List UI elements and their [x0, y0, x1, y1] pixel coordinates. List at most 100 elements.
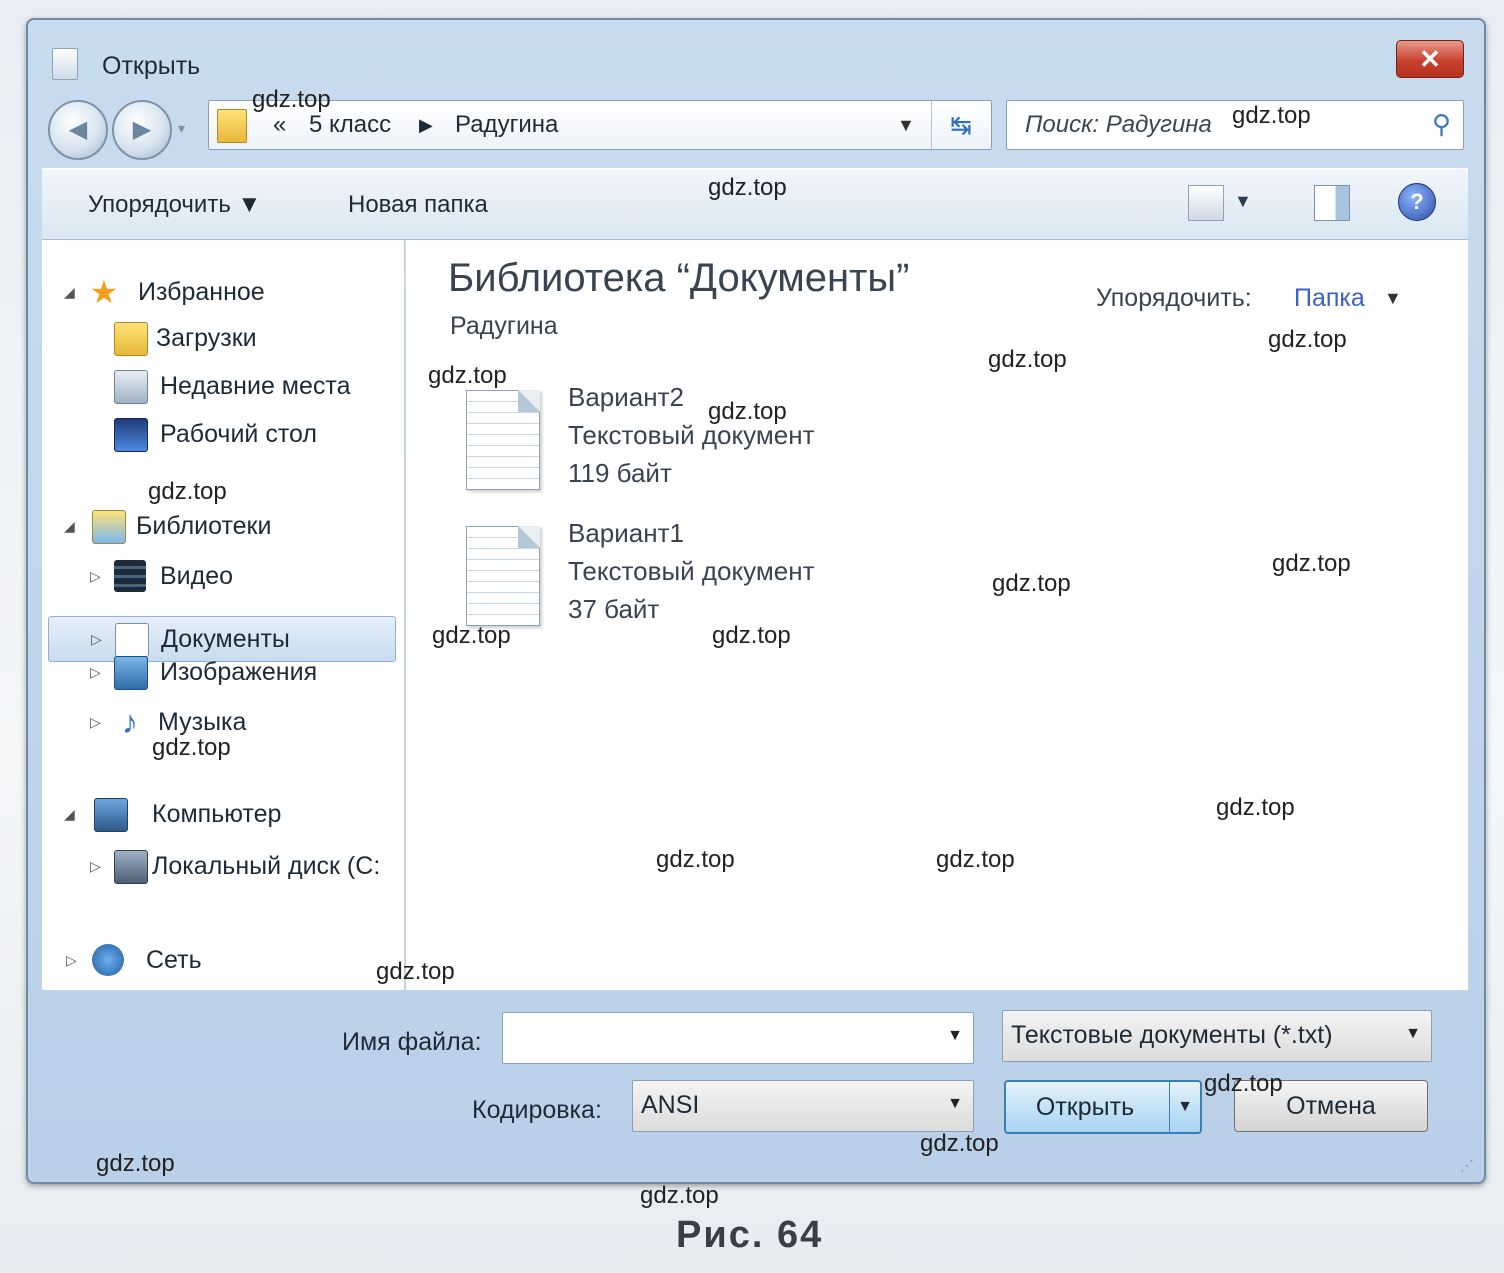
open-button[interactable]: Открыть ▼: [1004, 1080, 1202, 1134]
breadcrumb-5-class[interactable]: 5 класс: [309, 111, 391, 139]
watermark: gdz.top: [428, 362, 507, 389]
sidebar-item-favorites[interactable]: ◢ ★ Избранное: [42, 270, 404, 314]
recent-places-icon: [114, 370, 148, 404]
back-button[interactable]: ◀: [48, 100, 108, 160]
expand-arrow-icon[interactable]: ▷: [66, 952, 77, 969]
navigation-pane: ◢ ★ Избранное Загрузки Недавние места Ра…: [42, 240, 405, 990]
music-note-icon: ♪: [122, 704, 138, 740]
file-type-dropdown-icon[interactable]: ▼: [1405, 1025, 1421, 1043]
libraries-icon: [92, 510, 126, 544]
video-icon: [114, 560, 146, 592]
sidebar-item-label: Избранное: [138, 278, 265, 306]
filename-dropdown-icon[interactable]: ▼: [947, 1027, 963, 1045]
local-disk-icon: [114, 850, 148, 884]
search-icon[interactable]: ⚲: [1432, 109, 1451, 140]
expand-arrow-icon[interactable]: ▷: [90, 858, 101, 875]
search-placeholder: Поиск: Радугина: [1025, 111, 1212, 138]
document-icon: [52, 48, 78, 80]
breadcrumb-overflow[interactable]: «: [273, 111, 286, 139]
address-dropdown-button[interactable]: ▼: [897, 115, 915, 136]
sidebar-item-label: Сеть: [146, 946, 202, 974]
sidebar-item-local-disk[interactable]: ▷ Локальный диск (C:: [42, 844, 404, 888]
sidebar-item-label: Библиотеки: [136, 512, 272, 540]
sidebar-item-computer[interactable]: ◢ Компьютер: [42, 792, 404, 836]
expand-arrow-icon[interactable]: ▷: [91, 631, 102, 648]
file-item-variant1[interactable]: Вариант1 Текстовый документ 37 байт: [466, 518, 986, 638]
file-name: Вариант1: [568, 518, 684, 548]
forward-button[interactable]: ▶: [112, 100, 172, 160]
arrange-by-link[interactable]: Папка: [1294, 284, 1365, 313]
watermark: gdz.top: [708, 398, 787, 425]
file-size: 119 байт: [568, 458, 672, 488]
file-size: 37 байт: [568, 594, 660, 624]
text-document-icon: [466, 390, 540, 490]
computer-icon: [94, 798, 128, 832]
expand-arrow-icon[interactable]: ▷: [90, 568, 101, 585]
encoding-dropdown-icon[interactable]: ▼: [947, 1095, 963, 1113]
watermark: gdz.top: [96, 1150, 175, 1177]
sidebar-item-label: Музыка: [158, 708, 247, 736]
sidebar-item-images[interactable]: ▷ Изображения: [42, 650, 404, 694]
watermark: gdz.top: [1268, 326, 1347, 353]
text-document-icon: [466, 526, 540, 626]
open-options-dropdown-icon[interactable]: ▼: [1169, 1082, 1200, 1132]
collapse-arrow-icon[interactable]: ◢: [64, 284, 75, 301]
watermark: gdz.top: [640, 1182, 719, 1209]
filename-label: Имя файла:: [342, 1028, 482, 1056]
views-dropdown-button[interactable]: ▼: [1234, 191, 1252, 212]
encoding-select[interactable]: ANSI ▼: [632, 1080, 974, 1132]
watermark: gdz.top: [936, 846, 1015, 873]
watermark: gdz.top: [252, 86, 331, 113]
views-icon[interactable]: [1188, 185, 1224, 221]
file-type-value: Текстовые документы (*.txt): [1011, 1021, 1333, 1049]
library-title: Библиотека “Документы”: [448, 256, 910, 300]
help-icon[interactable]: ?: [1398, 183, 1436, 221]
collapse-arrow-icon[interactable]: ◢: [64, 806, 75, 823]
sidebar-item-network[interactable]: ▷ Сеть: [42, 938, 404, 982]
new-folder-button[interactable]: Новая папка: [348, 191, 488, 219]
watermark: gdz.top: [148, 478, 227, 505]
sidebar-item-desktop[interactable]: Рабочий стол: [42, 412, 404, 456]
breadcrumb-separator-icon[interactable]: ▶: [419, 115, 433, 136]
recent-pages-dropdown[interactable]: ▾: [178, 120, 185, 137]
refresh-button[interactable]: ↹: [931, 101, 990, 149]
watermark: gdz.top: [708, 174, 787, 201]
sidebar-item-downloads[interactable]: Загрузки: [42, 316, 404, 360]
sidebar-item-label: Недавние места: [160, 372, 351, 400]
figure-caption: Рис. 64: [676, 1214, 824, 1256]
close-button[interactable]: ✕: [1396, 40, 1464, 78]
file-type: Текстовый документ: [568, 556, 815, 586]
organize-menu-button[interactable]: Упорядочить ▼: [88, 191, 261, 219]
collapse-arrow-icon[interactable]: ◢: [64, 518, 75, 535]
watermark: gdz.top: [432, 622, 511, 649]
watermark: gdz.top: [712, 622, 791, 649]
breadcrumb-radugina[interactable]: Радугина: [455, 111, 558, 139]
sidebar-item-recent-places[interactable]: Недавние места: [42, 364, 404, 408]
sidebar-item-libraries[interactable]: ◢ Библиотеки: [42, 504, 404, 548]
folder-icon: [217, 109, 247, 143]
arrange-by-dropdown-icon[interactable]: ▼: [1384, 288, 1402, 309]
watermark: gdz.top: [376, 958, 455, 985]
filename-field[interactable]: ▼: [502, 1012, 974, 1064]
sidebar-item-video[interactable]: ▷ Видео: [42, 554, 404, 598]
resize-grip-icon[interactable]: ⋰: [1460, 1157, 1474, 1174]
sidebar-item-label: Загрузки: [156, 324, 257, 352]
sidebar-item-label: Изображения: [160, 658, 318, 686]
title-bar: Открыть ✕: [28, 20, 1484, 90]
watermark: gdz.top: [1204, 1070, 1283, 1097]
encoding-value: ANSI: [641, 1091, 700, 1119]
downloads-folder-icon: [114, 322, 148, 356]
images-icon: [114, 656, 148, 690]
forward-arrow-icon: ▶: [132, 116, 152, 143]
preview-pane-icon[interactable]: [1314, 185, 1350, 221]
sidebar-item-label: Рабочий стол: [160, 420, 317, 448]
library-subtitle: Радугина: [450, 312, 558, 340]
expand-arrow-icon[interactable]: ▷: [90, 714, 101, 731]
encoding-label: Кодировка:: [472, 1096, 602, 1124]
watermark: gdz.top: [1216, 794, 1295, 821]
sidebar-item-label: Компьютер: [152, 800, 282, 828]
network-icon: [92, 944, 124, 976]
watermark: gdz.top: [1232, 102, 1311, 129]
file-type-select[interactable]: Текстовые документы (*.txt) ▼: [1002, 1010, 1432, 1062]
expand-arrow-icon[interactable]: ▷: [90, 664, 101, 681]
